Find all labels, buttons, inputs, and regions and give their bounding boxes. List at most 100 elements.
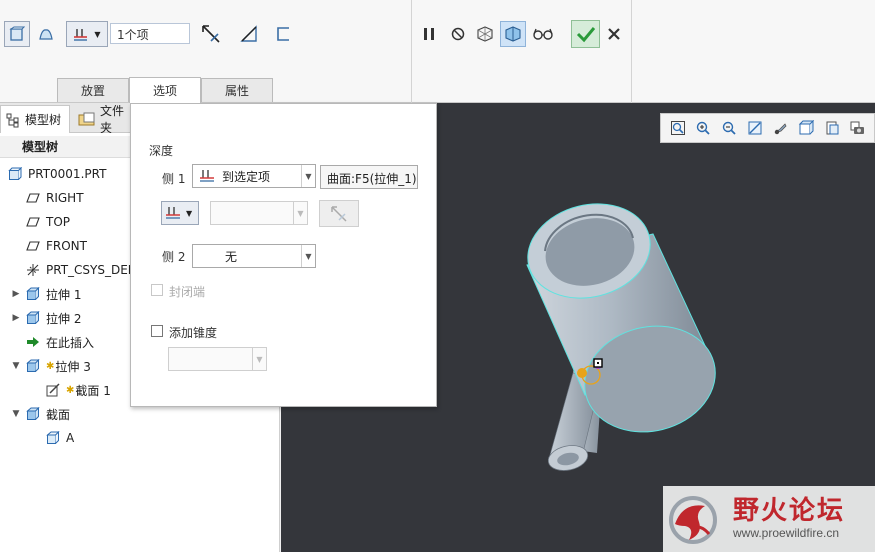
extrude-icon [26,359,40,373]
forum-watermark: 野火论坛 www.proewildfire.cn [663,486,875,552]
depth-section-label: 深度 [149,144,174,158]
zoom-in-button[interactable] [694,119,712,137]
datum-plane-icon [26,191,40,205]
zoom-in-icon [697,121,711,135]
wireframe-preview-icon [477,26,493,42]
cancel-button[interactable] [601,21,627,47]
depth-option-dropdown[interactable]: ▼ [66,21,108,47]
tab-model-tree[interactable]: 模型树 [0,105,70,133]
side1-depth-dropdown[interactable]: 到选定项 ▼ [192,164,316,188]
side1-reference-collector[interactable]: 曲面:F5(拉伸_1) [320,165,418,189]
watermark-title: 野火论坛 [733,496,846,526]
feature-preview-button[interactable] [530,21,556,47]
tree-item[interactable]: FRONT [26,235,87,257]
solid-toggle-button[interactable] [4,21,30,47]
camera-icon [850,121,865,134]
tree-item-label: 拉伸 2 [46,311,82,326]
verify-mode-button[interactable] [500,21,526,47]
tree-item-label: A [66,431,75,445]
sketch-icon [46,383,60,397]
chevron-down-icon: ▼ [293,202,307,224]
tab-folder-browser[interactable]: 文件夹 [74,105,130,133]
saved-orientations-button[interactable] [797,119,815,137]
section-icon [26,407,40,421]
ribbon-separator [631,0,632,103]
new-feature-marker-icon: ✱ [46,360,55,372]
glasses-icon [533,28,553,40]
no-preview-icon [451,27,465,41]
tree-item[interactable]: 拉伸 1 [26,283,81,305]
refit-button[interactable] [669,119,687,137]
pause-button[interactable] [416,21,442,47]
tab-options[interactable]: 选项 [129,77,201,103]
tab-folder-browser-label: 文件夹 [100,105,125,133]
capped-ends-label: 封闭端 [169,285,206,299]
add-taper-label: 添加锥度 [169,326,218,340]
folder-icon [78,112,95,126]
capped-ends-checkbox[interactable] [151,284,163,296]
depth-value-combo[interactable]: ▼ [210,201,308,225]
depth-reference-collector[interactable]: 1个项 [110,23,190,44]
tree-item[interactable]: 截面 [26,403,70,425]
flame-logo-icon [669,496,717,544]
tree-item[interactable]: RIGHT [26,187,84,209]
side2-depth-option-button[interactable]: ▼ [161,201,199,225]
verify-preview-icon [505,26,521,42]
remove-material-button[interactable] [236,21,262,47]
repaint-button[interactable] [746,119,764,137]
close-icon [608,28,620,40]
taper-angle-combo[interactable]: ▼ [168,347,267,371]
tab-placement[interactable]: 放置 [57,78,129,102]
to-selected-depth-icon [166,207,180,219]
display-style-button[interactable] [771,119,789,137]
tree-item[interactable]: ✱ 拉伸 3 [26,355,91,377]
side2-depth-dropdown[interactable]: 无 ▼ [192,244,316,268]
options-panel: 深度 侧 1 到选定项 ▼ ▼ ▼ 侧 2 无 ▼ 封闭端 添加锥度 ▼ [130,103,437,407]
dashboard-ribbon: ▼ 1个项 放置 选项 属性 [0,0,875,103]
flip-direction-button[interactable] [319,200,359,227]
thicken-icon [277,27,289,41]
tree-item[interactable]: 在此插入 [26,331,94,353]
flip-direction-icon [331,205,347,222]
view-toolbar [660,113,875,143]
tree-item[interactable]: PRT_CSYS_DEF [26,259,135,281]
view-manager-button[interactable] [823,119,841,137]
tree-item-label: PRT0001.PRT [28,167,107,181]
tree-item[interactable]: 拉伸 2 [26,307,81,329]
watermark-url: www.proewildfire.cn [733,526,840,540]
tab-model-tree-label: 模型树 [25,113,62,127]
tree-item[interactable]: PRT0001.PRT [8,163,106,185]
chevron-down-icon: ▼ [301,245,315,267]
view-manager-icon [826,121,839,135]
expand-toggle-closed[interactable]: ▶ [11,289,21,299]
side1-label: 侧 1 [162,172,186,186]
flip-depth-direction-button[interactable] [198,21,224,47]
zoom-out-icon [722,121,736,135]
tree-item-label: FRONT [46,239,87,253]
no-preview-button[interactable] [445,21,471,47]
separate-preview-button[interactable] [472,21,498,47]
tree-item[interactable]: A [46,427,74,449]
capture-screenshot-button[interactable] [848,119,866,137]
ribbon-separator [411,0,412,103]
zoom-out-button[interactable] [720,119,738,137]
tree-item[interactable]: ✱ 截面 1 [46,379,111,401]
large-tube[interactable] [518,191,727,445]
chevron-down-icon: ▼ [186,208,193,218]
tree-item-label: 拉伸 3 [55,359,91,374]
add-taper-checkbox[interactable] [151,325,163,337]
tab-properties[interactable]: 属性 [201,78,273,102]
section-item-icon [46,431,60,445]
expand-toggle-closed[interactable]: ▶ [11,313,21,323]
expand-toggle-open[interactable]: ▼ [11,361,21,371]
surface-toggle-button[interactable] [33,21,59,47]
side1-depth-value: 到选定项 [222,169,271,184]
tree-item-label: TOP [46,215,71,229]
tree-item-label: 截面 1 [75,383,111,398]
csys-icon [26,263,40,277]
tree-item[interactable]: TOP [26,211,70,233]
expand-toggle-open[interactable]: ▼ [11,409,21,419]
flip-direction-icon [202,25,220,43]
ok-button[interactable] [571,20,600,48]
thicken-sketch-button[interactable] [271,21,297,47]
